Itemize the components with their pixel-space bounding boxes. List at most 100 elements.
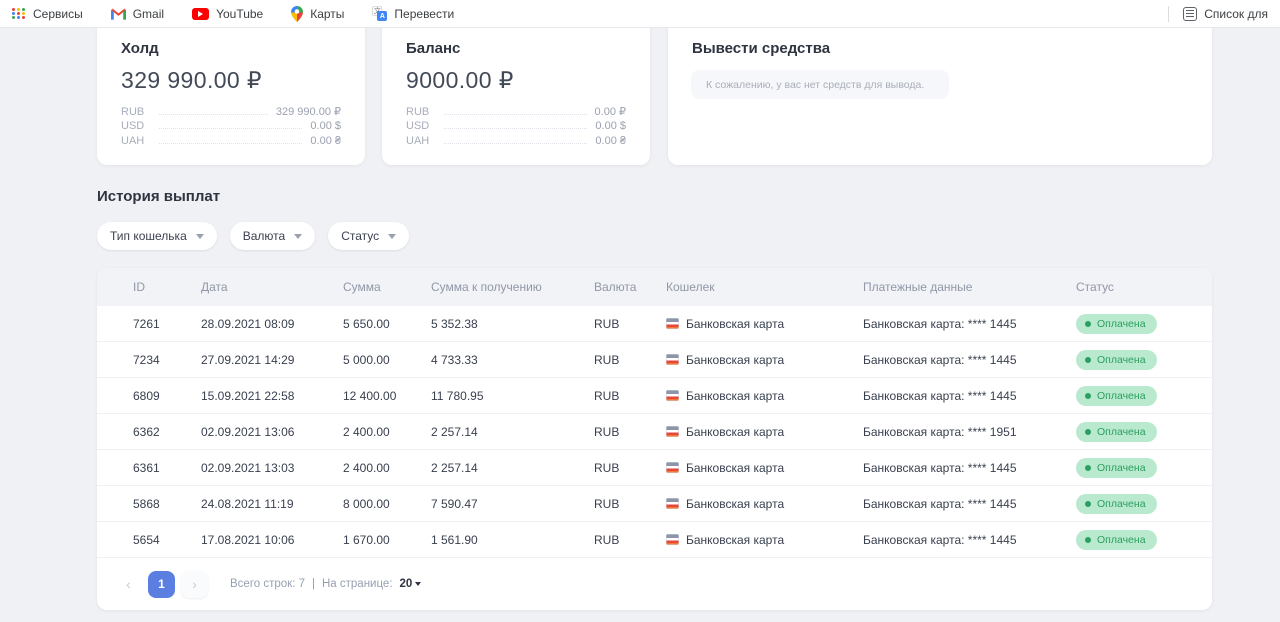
- bookmark-label: YouTube: [216, 7, 263, 21]
- status-label: Оплачена: [1097, 390, 1146, 402]
- filter-status[interactable]: Статус: [328, 222, 409, 250]
- status-label: Оплачена: [1097, 426, 1146, 438]
- cell-status: Оплачена: [1076, 530, 1212, 550]
- filter-currency[interactable]: Валюта: [230, 222, 315, 250]
- per-page-select[interactable]: 20: [400, 578, 422, 590]
- cell-amount: 1 670.00: [343, 533, 431, 547]
- currency-label: RUB: [406, 106, 436, 118]
- bank-card-icon: [666, 318, 679, 329]
- cell-date: 15.09.2021 22:58: [201, 389, 343, 403]
- currency-label: UAH: [406, 135, 436, 147]
- column-header-amount: Сумма: [343, 280, 431, 294]
- gmail-icon: [111, 8, 126, 20]
- status-label: Оплачена: [1097, 354, 1146, 366]
- withdraw-notice: К сожалению, у вас нет средств для вывод…: [691, 70, 949, 99]
- currency-label: RUB: [121, 106, 151, 118]
- cell-payment-details: Банковская карта: **** 1445: [863, 353, 1076, 367]
- wallet-label: Банковская карта: [686, 533, 784, 547]
- table-row[interactable]: 7234 27.09.2021 14:29 5 000.00 4 733.33 …: [97, 342, 1212, 378]
- table-row[interactable]: 5868 24.08.2021 11:19 8 000.00 7 590.47 …: [97, 486, 1212, 522]
- cell-status: Оплачена: [1076, 494, 1212, 514]
- page-1-button[interactable]: 1: [148, 571, 175, 598]
- bookmark-label: Сервисы: [33, 7, 83, 21]
- cell-id: 5868: [133, 497, 201, 511]
- currency-amount: 0.00 ₽: [595, 105, 626, 118]
- cell-id: 5654: [133, 533, 201, 547]
- wallet-label: Банковская карта: [686, 461, 784, 475]
- table-row[interactable]: 6361 02.09.2021 13:03 2 400.00 2 257.14 …: [97, 450, 1212, 486]
- table-row[interactable]: 6362 02.09.2021 13:06 2 400.00 2 257.14 …: [97, 414, 1212, 450]
- balance-card-title: Баланс: [406, 40, 626, 57]
- next-page-button[interactable]: ›: [181, 571, 208, 598]
- chevron-down-icon: [388, 234, 396, 239]
- leader-line: [159, 143, 302, 144]
- cell-receive-amount: 2 257.14: [431, 461, 594, 475]
- cell-receive-amount: 1 561.90: [431, 533, 594, 547]
- status-badge: Оплачена: [1076, 422, 1157, 442]
- cell-amount: 2 400.00: [343, 461, 431, 475]
- table-row[interactable]: 7261 28.09.2021 08:09 5 650.00 5 352.38 …: [97, 306, 1212, 342]
- hold-currency-rows: RUB 329 990.00 ₽ USD 0.00 $ UAH 0.00 ₴: [121, 105, 341, 150]
- hold-card-title: Холд: [121, 40, 341, 57]
- cell-date: 02.09.2021 13:06: [201, 425, 343, 439]
- cell-id: 6362: [133, 425, 201, 439]
- cell-date: 28.09.2021 08:09: [201, 317, 343, 331]
- leader-line: [159, 128, 302, 129]
- column-header-status: Статус: [1076, 280, 1212, 294]
- cell-currency: RUB: [594, 533, 666, 547]
- status-badge: Оплачена: [1076, 386, 1157, 406]
- bookmark-services[interactable]: Сервисы: [12, 7, 83, 21]
- status-badge: Оплачена: [1076, 350, 1157, 370]
- column-header-date: Дата: [201, 280, 343, 294]
- cell-receive-amount: 5 352.38: [431, 317, 594, 331]
- currency-row: UAH 0.00 ₴: [121, 135, 341, 150]
- table-body: 7261 28.09.2021 08:09 5 650.00 5 352.38 …: [97, 306, 1212, 558]
- cell-wallet: Банковская карта: [666, 461, 863, 475]
- cell-payment-details: Банковская карта: **** 1445: [863, 461, 1076, 475]
- cell-status: Оплачена: [1076, 386, 1212, 406]
- cell-status: Оплачена: [1076, 422, 1212, 442]
- bookmark-reading-list[interactable]: Список для: [1183, 7, 1268, 21]
- bank-card-icon: [666, 498, 679, 509]
- table-row[interactable]: 6809 15.09.2021 22:58 12 400.00 11 780.9…: [97, 378, 1212, 414]
- leader-line: [159, 114, 268, 115]
- bookmark-maps[interactable]: Карты: [291, 6, 344, 22]
- cell-receive-amount: 2 257.14: [431, 425, 594, 439]
- currency-row: USD 0.00 $: [406, 120, 626, 135]
- currency-amount: 0.00 $: [310, 120, 341, 132]
- bookmarks-divider: [1168, 6, 1169, 22]
- status-label: Оплачена: [1097, 462, 1146, 474]
- cell-wallet: Банковская карта: [666, 317, 863, 331]
- pagination-info: Всего строк: 7 | На странице: 20: [230, 578, 421, 590]
- currency-row: RUB 329 990.00 ₽: [121, 105, 341, 120]
- cell-amount: 12 400.00: [343, 389, 431, 403]
- cell-amount: 5 650.00: [343, 317, 431, 331]
- status-label: Оплачена: [1097, 318, 1146, 330]
- reading-list-icon: [1183, 7, 1197, 21]
- cell-amount: 5 000.00: [343, 353, 431, 367]
- bookmark-translate[interactable]: 文A Перевести: [372, 6, 454, 21]
- filter-wallet-type[interactable]: Тип кошелька: [97, 222, 217, 250]
- bookmark-youtube[interactable]: YouTube: [192, 7, 263, 21]
- filter-label: Тип кошелька: [110, 229, 187, 243]
- bookmark-label: Gmail: [133, 7, 164, 21]
- cell-payment-details: Банковская карта: **** 1951: [863, 425, 1076, 439]
- history-filters: Тип кошелька Валюта Статус: [97, 222, 409, 250]
- chevron-down-icon: [196, 234, 204, 239]
- cell-receive-amount: 7 590.47: [431, 497, 594, 511]
- cell-currency: RUB: [594, 317, 666, 331]
- currency-amount: 0.00 $: [595, 120, 626, 132]
- cell-currency: RUB: [594, 353, 666, 367]
- cell-receive-amount: 4 733.33: [431, 353, 594, 367]
- rows-total-label: Всего строк: 7: [230, 578, 305, 590]
- bookmark-gmail[interactable]: Gmail: [111, 7, 164, 21]
- cell-amount: 8 000.00: [343, 497, 431, 511]
- wallet-label: Банковская карта: [686, 317, 784, 331]
- table-row[interactable]: 5654 17.08.2021 10:06 1 670.00 1 561.90 …: [97, 522, 1212, 558]
- prev-page-button[interactable]: ‹: [115, 571, 142, 598]
- cell-date: 17.08.2021 10:06: [201, 533, 343, 547]
- cell-amount: 2 400.00: [343, 425, 431, 439]
- pagination: ‹ 1 › Всего строк: 7 | На странице: 20: [97, 558, 1212, 610]
- withdraw-card: Вывести средства К сожалению, у вас нет …: [668, 18, 1212, 165]
- cell-wallet: Банковская карта: [666, 425, 863, 439]
